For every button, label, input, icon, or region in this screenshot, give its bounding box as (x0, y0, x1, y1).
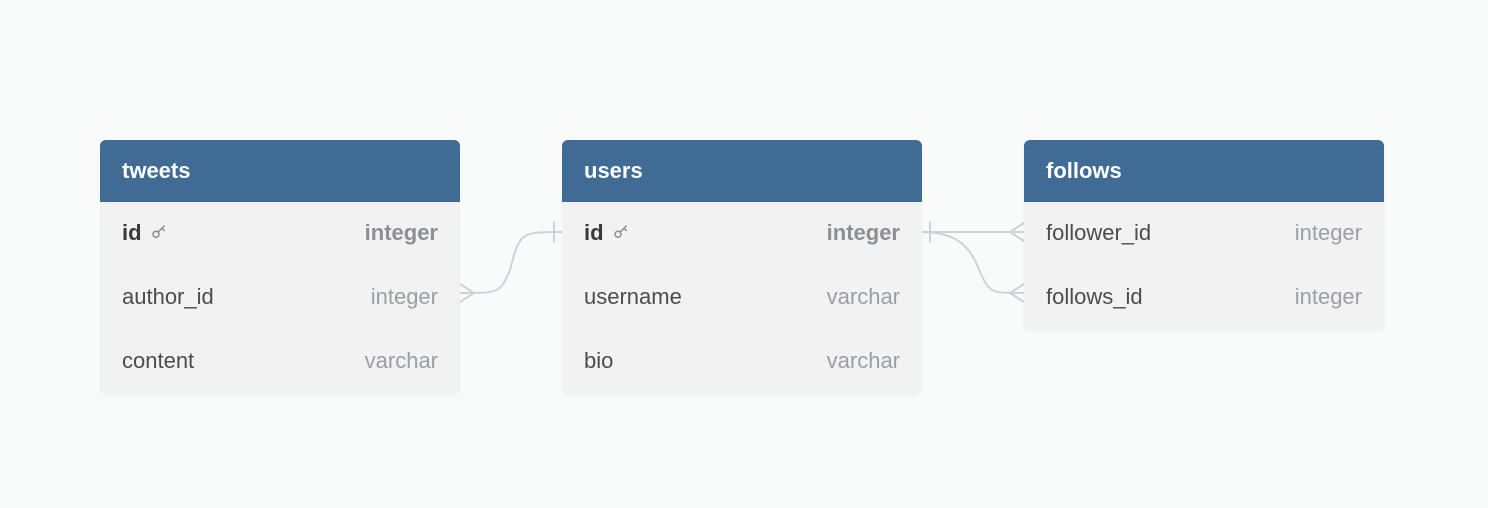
table-name: follows (1046, 158, 1122, 183)
table-name: tweets (122, 158, 190, 183)
table-header: users (562, 140, 922, 202)
table-header: follows (1024, 140, 1384, 202)
table-column[interactable]: id integer (562, 202, 922, 266)
key-icon (612, 221, 630, 247)
table-header: tweets (100, 140, 460, 202)
column-name: follows_id (1046, 284, 1143, 310)
column-type: varchar (827, 348, 900, 374)
column-name: content (122, 348, 194, 374)
table-name: users (584, 158, 643, 183)
column-name: id (584, 220, 604, 246)
table-column[interactable]: id integer (100, 202, 460, 266)
table-column[interactable]: follower_id integer (1024, 202, 1384, 266)
column-type: integer (365, 220, 438, 246)
column-type: integer (371, 284, 438, 310)
column-type: integer (827, 220, 900, 246)
column-name: follower_id (1046, 220, 1151, 246)
table-column[interactable]: follows_id integer (1024, 266, 1384, 330)
column-type: varchar (365, 348, 438, 374)
key-icon (150, 221, 168, 247)
table-column[interactable]: content varchar (100, 330, 460, 394)
column-type: integer (1295, 220, 1362, 246)
column-name: bio (584, 348, 613, 374)
column-name: id (122, 220, 142, 246)
erd-canvas: tweets id integer author_id integer cont… (0, 0, 1488, 508)
table-tweets[interactable]: tweets id integer author_id integer cont… (100, 140, 460, 394)
column-type: integer (1295, 284, 1362, 310)
table-follows[interactable]: follows follower_id integer follows_id i… (1024, 140, 1384, 330)
column-name: username (584, 284, 682, 310)
column-name: author_id (122, 284, 214, 310)
table-users[interactable]: users id integer username varchar bio va… (562, 140, 922, 394)
column-type: varchar (827, 284, 900, 310)
table-column[interactable]: username varchar (562, 266, 922, 330)
table-column[interactable]: author_id integer (100, 266, 460, 330)
table-column[interactable]: bio varchar (562, 330, 922, 394)
